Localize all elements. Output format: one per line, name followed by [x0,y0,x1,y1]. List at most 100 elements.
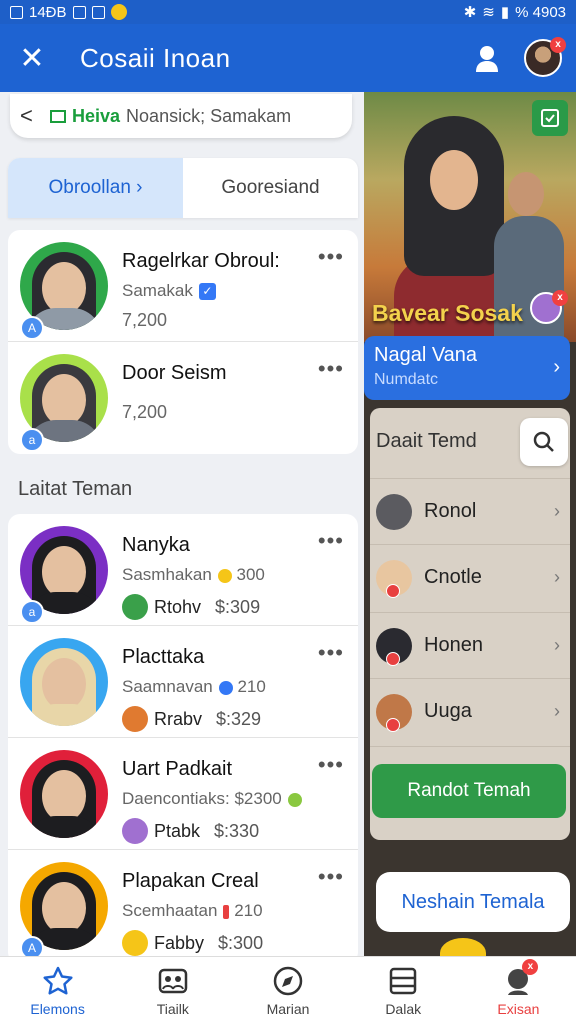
avatar [20,750,108,838]
app-title: Cosaii Inoan [80,42,231,73]
verified-icon: ✓ [198,283,216,301]
status-bar: 14ÐB ✱ ≋ ▮ % 4903 [0,0,576,24]
friend-name: Ronol [424,500,477,522]
nav-exisan[interactable]: x Exisan [461,957,576,1024]
share-icon[interactable] [532,100,568,136]
list-item[interactable]: a Door Seism 7,200 ••• [8,342,358,454]
chat-icon [287,792,302,807]
more-options-icon[interactable]: ••• [318,244,344,270]
close-icon[interactable]: ✕ [0,41,64,76]
avatar [376,493,412,530]
chevron-right-icon: › [554,635,560,655]
tab-obroollan[interactable]: Obroollan › [8,158,183,218]
friend-list: a Nanyka Sasmhakan 300 Rtohv $:309 ••• Pl… [8,514,358,956]
photo-avatar[interactable]: x [530,290,568,324]
friend-name: Honen [424,634,483,656]
friend-name: Uuga [424,700,472,722]
status-time: 14ÐB [29,3,67,21]
nav-elemons[interactable]: Elemons [0,957,115,1024]
bluetooth-icon: ✱ [463,4,477,21]
friend-row[interactable]: Honen › [370,612,570,678]
friend-panel-title: Daait Temd [376,430,477,452]
chevron-right-icon: › [554,701,560,721]
star-icon [42,965,74,997]
status-badge-icon: a [20,428,44,452]
list-item[interactable]: Uart Padkait Daencontiaks: $2300 Ptabk $:… [8,738,358,850]
chevron-right-icon: › [554,567,560,587]
flag-icon [223,904,230,919]
more-options-icon[interactable]: ••• [318,864,344,890]
feature-title: Nagal Vana [374,344,478,366]
random-friend-button[interactable]: Randot Temah [372,764,566,818]
nav-marian[interactable]: Marian [230,957,345,1024]
app-bar: ✕ Cosaii Inoan x [0,24,576,92]
tab-gooresiand[interactable]: Gooresiand [183,158,358,218]
signal-icon: ▮ [500,4,510,21]
item-name: Placttaka [122,646,205,668]
tag-icon [50,109,66,123]
featured-photo[interactable]: Bavear Sosak x [364,92,576,346]
list-item[interactable]: A Ragelrkar Obroul: Samakak ✓ 7,200 ••• [8,230,358,342]
item-name: Uart Padkait [122,758,233,780]
photo-caption: Bavear Sosak [372,300,523,326]
avatar [376,693,412,732]
mini-avatar [122,818,148,844]
people-icon [157,965,189,997]
nav-dalak[interactable]: Dalak [346,957,461,1024]
back-arrow-icon[interactable]: < [20,103,50,129]
mini-avatar [122,930,148,956]
item-sub: Daencontiaks: $2300 [122,789,302,809]
list-item[interactable]: A Plapakan Creal Scemhaatan 210 Fabby $:3… [8,850,358,956]
friend-row[interactable]: Cnotle › [370,544,570,610]
battery-text: % 4903 [515,3,566,21]
more-options-icon[interactable]: ••• [318,640,344,666]
heart-icon [386,583,400,598]
notification-badge-icon: x [550,37,566,53]
avatar [376,627,412,666]
heart-icon [386,651,400,666]
section-title: Laitat Teman [18,478,133,500]
search-icon [533,431,554,452]
search-bar[interactable]: < Heiva Noansick; Samakam [10,94,352,138]
item-price-row: Ptabk $:330 [122,818,259,844]
item-sub: Scemhaatan 210 [122,901,263,920]
avatar-icon: x [502,958,539,997]
top-list: A Ragelrkar Obroul: Samakak ✓ 7,200 ••• a… [8,230,358,454]
bottom-nav: Elemons Tiailk Marian Dalak x Exisan [0,956,576,1024]
notification-badge-icon: x [522,958,539,975]
user-avatar[interactable]: x [524,37,566,77]
mini-avatar [122,706,148,732]
mini-avatar [122,594,148,620]
item-price-row: Rtohv $:309 [122,594,260,620]
search-text: Noansick; Samakam [126,105,292,126]
nav-tiailk[interactable]: Tiailk [115,957,230,1024]
more-options-icon[interactable]: ••• [318,752,344,778]
list-icon [387,965,419,997]
tab-bar: Obroollan › Gooresiand [8,158,358,218]
avatar [376,559,412,598]
status-badge-icon: A [20,936,44,956]
feature-card[interactable]: Nagal Vana Numdatc › [364,336,570,400]
more-options-icon[interactable]: ••• [318,356,344,382]
chevron-right-icon: › [553,356,560,378]
yellow-badge-icon [440,938,486,956]
item-name: Nanyka [122,534,190,556]
friend-row[interactable]: Ronol › [370,478,570,544]
status-badge-icon: a [20,600,44,624]
wifi-icon: ≋ [482,4,495,21]
search-button[interactable] [520,418,568,466]
item-count: 7,200 [122,402,168,422]
list-item[interactable]: Placttaka Saamnavan 210 Rrabv $:329 ••• [8,626,358,738]
bulb-icon [217,568,232,583]
list-item[interactable]: a Nanyka Sasmhakan 300 Rtohv $:309 ••• [8,514,358,626]
friend-row[interactable]: Uuga › [370,678,570,744]
friend-name: Cnotle [424,566,482,588]
new-friends-button[interactable]: Neshain Temala [376,872,570,932]
item-sub: Sasmhakan 300 [122,565,265,584]
more-options-icon[interactable]: ••• [318,528,344,554]
item-price-row: Rrabv $:329 [122,706,261,732]
item-sub: Samakak ✓ [122,281,216,301]
image-icon [91,5,105,19]
profile-icon[interactable] [470,41,504,75]
notification-icon [10,5,23,19]
